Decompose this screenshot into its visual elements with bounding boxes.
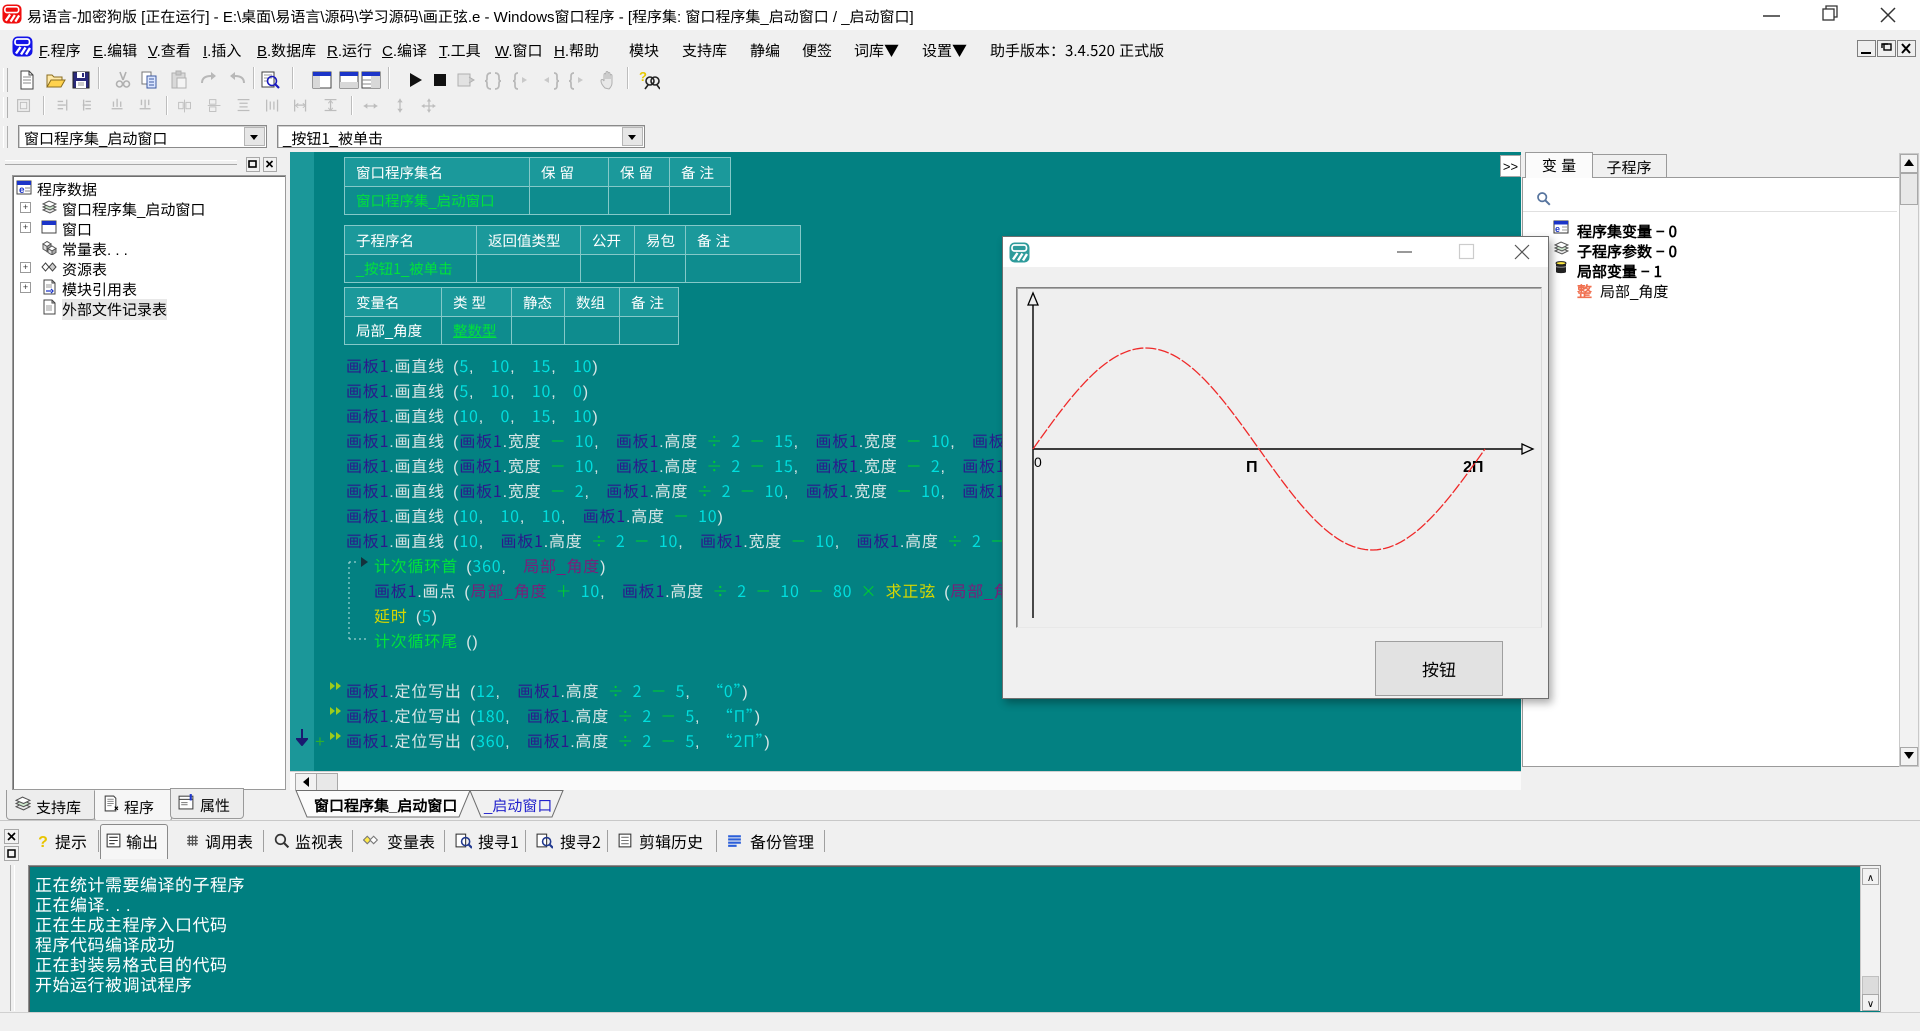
svg-text:?: ? <box>38 832 48 849</box>
svg-text:e: e <box>19 181 25 195</box>
svg-text:e: e <box>1555 222 1560 235</box>
